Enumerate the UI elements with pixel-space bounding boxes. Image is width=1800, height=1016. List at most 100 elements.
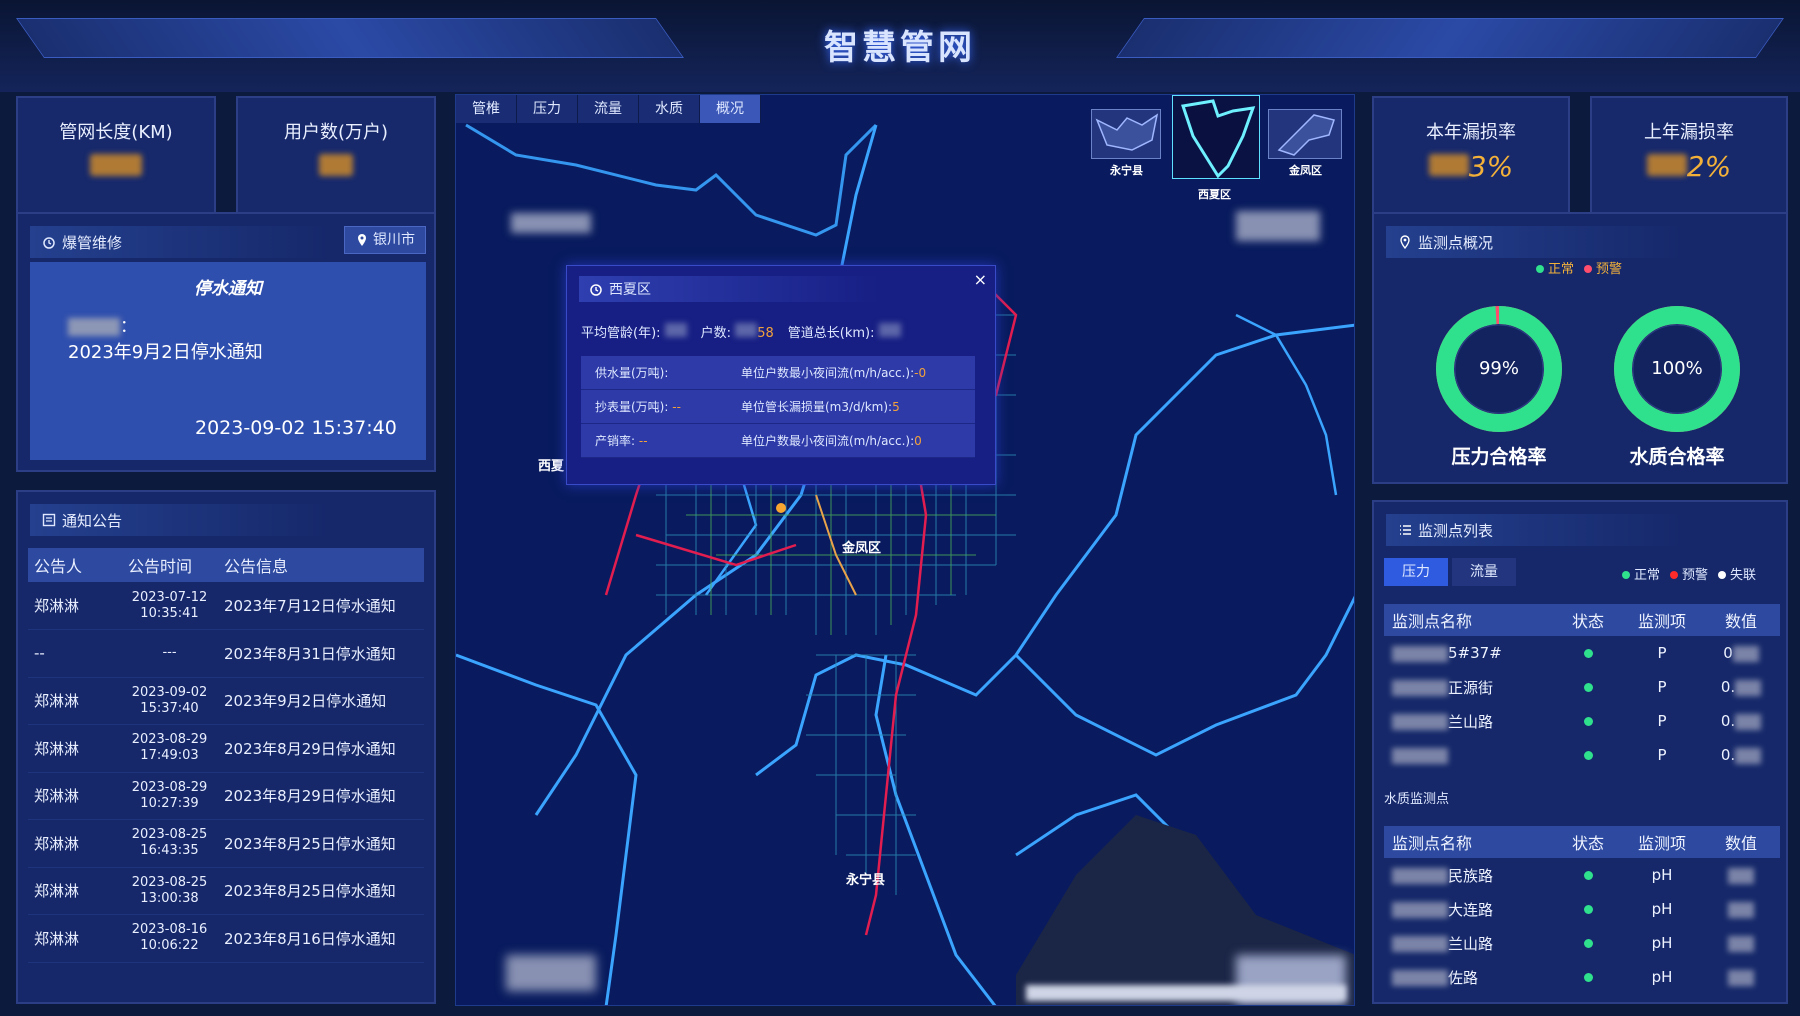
table-row[interactable]: 郑淋淋 2023-08-25 13:00:38 2023年8月25日停水通知 bbox=[28, 867, 424, 915]
table-row[interactable]: 兰山路 pH bbox=[1384, 926, 1780, 960]
notice-title: 停水通知 bbox=[194, 279, 262, 299]
monitor-item: P bbox=[1657, 712, 1667, 730]
table-row[interactable]: 郑淋淋 2023-08-29 17:49:03 2023年8月29日停水通知 bbox=[28, 724, 424, 773]
popup-stat-right: 单位管长漏损量(m3/d/km):5 bbox=[741, 398, 975, 415]
table-row[interactable]: 郑淋淋 2023-08-16 10:06:22 2023年8月16日停水通知 bbox=[28, 914, 424, 963]
stat-last-year-leak-label: 上年漏损率 bbox=[1644, 122, 1734, 143]
district-thumb-jinfeng[interactable]: 金凤区 bbox=[1268, 109, 1342, 177]
quality-donut: 100% bbox=[1612, 304, 1742, 434]
col-value: 数值 bbox=[1702, 826, 1780, 858]
table-row[interactable]: 兰山路 P 0. bbox=[1384, 704, 1780, 738]
popup-stat-right-value: 5 bbox=[892, 400, 900, 414]
monitor-value-text: 0. bbox=[1720, 746, 1736, 764]
monitor-point-name bbox=[1384, 738, 1554, 772]
table-row[interactable]: 郑淋淋 2023-08-25 16:43:35 2023年8月25日停水通知 bbox=[28, 819, 424, 868]
status-normal-icon bbox=[1583, 649, 1593, 658]
monitor-point-name-text: 正源街 bbox=[1448, 678, 1494, 697]
repair-panel-header: 爆管维修 bbox=[30, 226, 330, 258]
legend-warning-label: 预警 bbox=[1682, 568, 1709, 583]
monitor-point-name-text: 大连路 bbox=[1448, 900, 1494, 919]
jinfeng-shape-icon bbox=[1277, 114, 1335, 156]
repair-panel-title: 爆管维修 bbox=[62, 233, 123, 252]
tab-monitor-flow[interactable]: 流量 bbox=[1452, 558, 1516, 586]
announcement-clock: 10:35:41 bbox=[140, 605, 199, 621]
city-select-button[interactable]: 银川市 bbox=[344, 226, 426, 254]
monitor-list-title: 监测点列表 bbox=[1418, 521, 1494, 540]
normal-dot-icon bbox=[1536, 265, 1544, 273]
table-row[interactable]: 郑淋淋 2023-08-29 10:27:39 2023年8月29日停水通知 bbox=[28, 772, 424, 820]
tab-pressure[interactable]: 压力 bbox=[517, 95, 578, 123]
avg-age-label: 平均管龄(年): bbox=[581, 326, 661, 341]
popup-summary: 平均管龄(年): 户数: 58 管道总长(km): bbox=[581, 322, 901, 341]
monitor-point-name: 大连路 bbox=[1384, 892, 1554, 926]
status-normal-icon bbox=[1583, 939, 1593, 948]
popup-stat-left: 抄表量(万吨): -- bbox=[581, 398, 741, 415]
tab-pipe[interactable]: 管椎 bbox=[456, 95, 517, 123]
table-row[interactable]: 民族路 pH bbox=[1384, 858, 1780, 892]
monitor-point-name-text: 5#37# bbox=[1448, 644, 1502, 662]
announcement-person: 郑淋淋 bbox=[28, 867, 122, 915]
table-row[interactable]: 郑淋淋 2023-07-12 10:35:41 2023年7月12日停水通知 bbox=[28, 582, 424, 630]
status-normal-icon bbox=[1583, 683, 1593, 692]
monitor-overview-header: 监测点概况 bbox=[1386, 226, 1686, 258]
announcement-person: 郑淋淋 bbox=[28, 677, 122, 725]
tab-water-quality[interactable]: 水质 bbox=[639, 95, 700, 123]
stat-pipe-length: 管网长度(KM) bbox=[16, 96, 216, 226]
map-label-jinfeng: 金凤区 bbox=[842, 541, 882, 556]
blurred-scale-bar bbox=[1026, 985, 1346, 1001]
popup-stat-right-value: 0 bbox=[914, 434, 922, 448]
district-thumb-xixia[interactable]: 西夏区 bbox=[1172, 95, 1260, 201]
header: 智慧管网 bbox=[0, 0, 1800, 92]
announcement-time: --- bbox=[122, 629, 218, 678]
popup-stat-right: 单位户数最小夜间流(m/h/acc.):-0 bbox=[741, 364, 975, 381]
tab-monitor-pressure[interactable]: 压力 bbox=[1384, 558, 1448, 586]
announcement-date: 2023-08-25 bbox=[131, 874, 208, 890]
blurred-map-label bbox=[1236, 211, 1320, 241]
table-row[interactable]: 郑淋淋 2023-09-02 15:37:40 2023年9月2日停水通知 bbox=[28, 677, 424, 725]
monitor-item: P bbox=[1657, 678, 1667, 696]
district-thumb-xixia-label: 西夏区 bbox=[1198, 188, 1231, 201]
announcement-table-header: 公告人 公告时间 公告信息 bbox=[28, 548, 424, 582]
monitor-overview-panel: 监测点概况 正常 预警 99% 压力合格率 100% 水质合格率 bbox=[1372, 212, 1788, 484]
announcement-info: 2023年8月25日停水通知 bbox=[218, 819, 424, 868]
status-normal-icon bbox=[1583, 751, 1593, 760]
stat-last-year-leak: 上年漏损率 2% bbox=[1590, 96, 1788, 226]
close-icon[interactable]: × bbox=[974, 270, 987, 289]
monitor-value bbox=[1702, 926, 1780, 960]
popup-stat-right-label: 单位户数最小夜间流(m/h/acc.): bbox=[741, 366, 915, 380]
tab-overview[interactable]: 概况 bbox=[700, 95, 761, 123]
pipe-network-map[interactable]: 管椎 压力 流量 水质 概况 永宁县 西夏区 金凤区 西夏 金凤区 永宁县 西夏… bbox=[455, 94, 1355, 1006]
monitor-point-name: 佐路 bbox=[1384, 960, 1554, 994]
announcement-date: 2023-08-25 bbox=[131, 827, 208, 843]
stop-water-notice-card[interactable]: 停水通知 ： 2023年9月2日停水通知 2023-09-02 15:37:40 bbox=[30, 262, 426, 460]
col-time: 公告时间 bbox=[122, 548, 218, 582]
stat-users-label: 用户数(万户) bbox=[283, 122, 389, 143]
monitor-list-legend: 正常 预警 失联 bbox=[1622, 564, 1756, 583]
pressure-donut: 99% bbox=[1434, 304, 1564, 434]
table-row[interactable]: 正源街 P 0. bbox=[1384, 670, 1780, 704]
announcement-clock: 13:00:38 bbox=[140, 890, 199, 906]
table-row[interactable]: -- --- 2023年8月31日停水通知 bbox=[28, 629, 424, 678]
announcement-time: 2023-08-25 13:00:38 bbox=[122, 867, 218, 915]
col-value: 数值 bbox=[1702, 604, 1780, 636]
popup-stat-row: 供水量(万吨): 单位户数最小夜间流(m/h/acc.):-0 bbox=[581, 356, 975, 390]
district-thumb-yongning[interactable]: 永宁县 bbox=[1091, 109, 1161, 177]
table-row[interactable]: 5#37# P 0 bbox=[1384, 636, 1780, 670]
monitor-point-name: 兰山路 bbox=[1384, 704, 1554, 738]
legend-warning: 预警 bbox=[1584, 258, 1622, 277]
monitor-value: 0 bbox=[1702, 636, 1780, 670]
avg-age: 平均管龄(年): bbox=[581, 322, 687, 341]
stat-users-value bbox=[238, 150, 434, 183]
table-row[interactable]: P 0. bbox=[1384, 738, 1780, 772]
stat-pipe-length-value bbox=[18, 150, 214, 183]
monitor-value bbox=[1702, 858, 1780, 892]
popup-stat-left-label: 抄表量(万吨): bbox=[595, 400, 669, 414]
households: 户数: 58 bbox=[701, 322, 774, 341]
announcement-time: 2023-07-12 10:35:41 bbox=[122, 582, 218, 630]
table-row[interactable]: 佐路 pH bbox=[1384, 960, 1780, 994]
tab-flow[interactable]: 流量 bbox=[578, 95, 639, 123]
monitor-status bbox=[1554, 926, 1622, 960]
location-pin-icon bbox=[358, 234, 366, 246]
announcement-date: 2023-08-16 bbox=[131, 922, 208, 938]
table-row[interactable]: 大连路 pH bbox=[1384, 892, 1780, 926]
